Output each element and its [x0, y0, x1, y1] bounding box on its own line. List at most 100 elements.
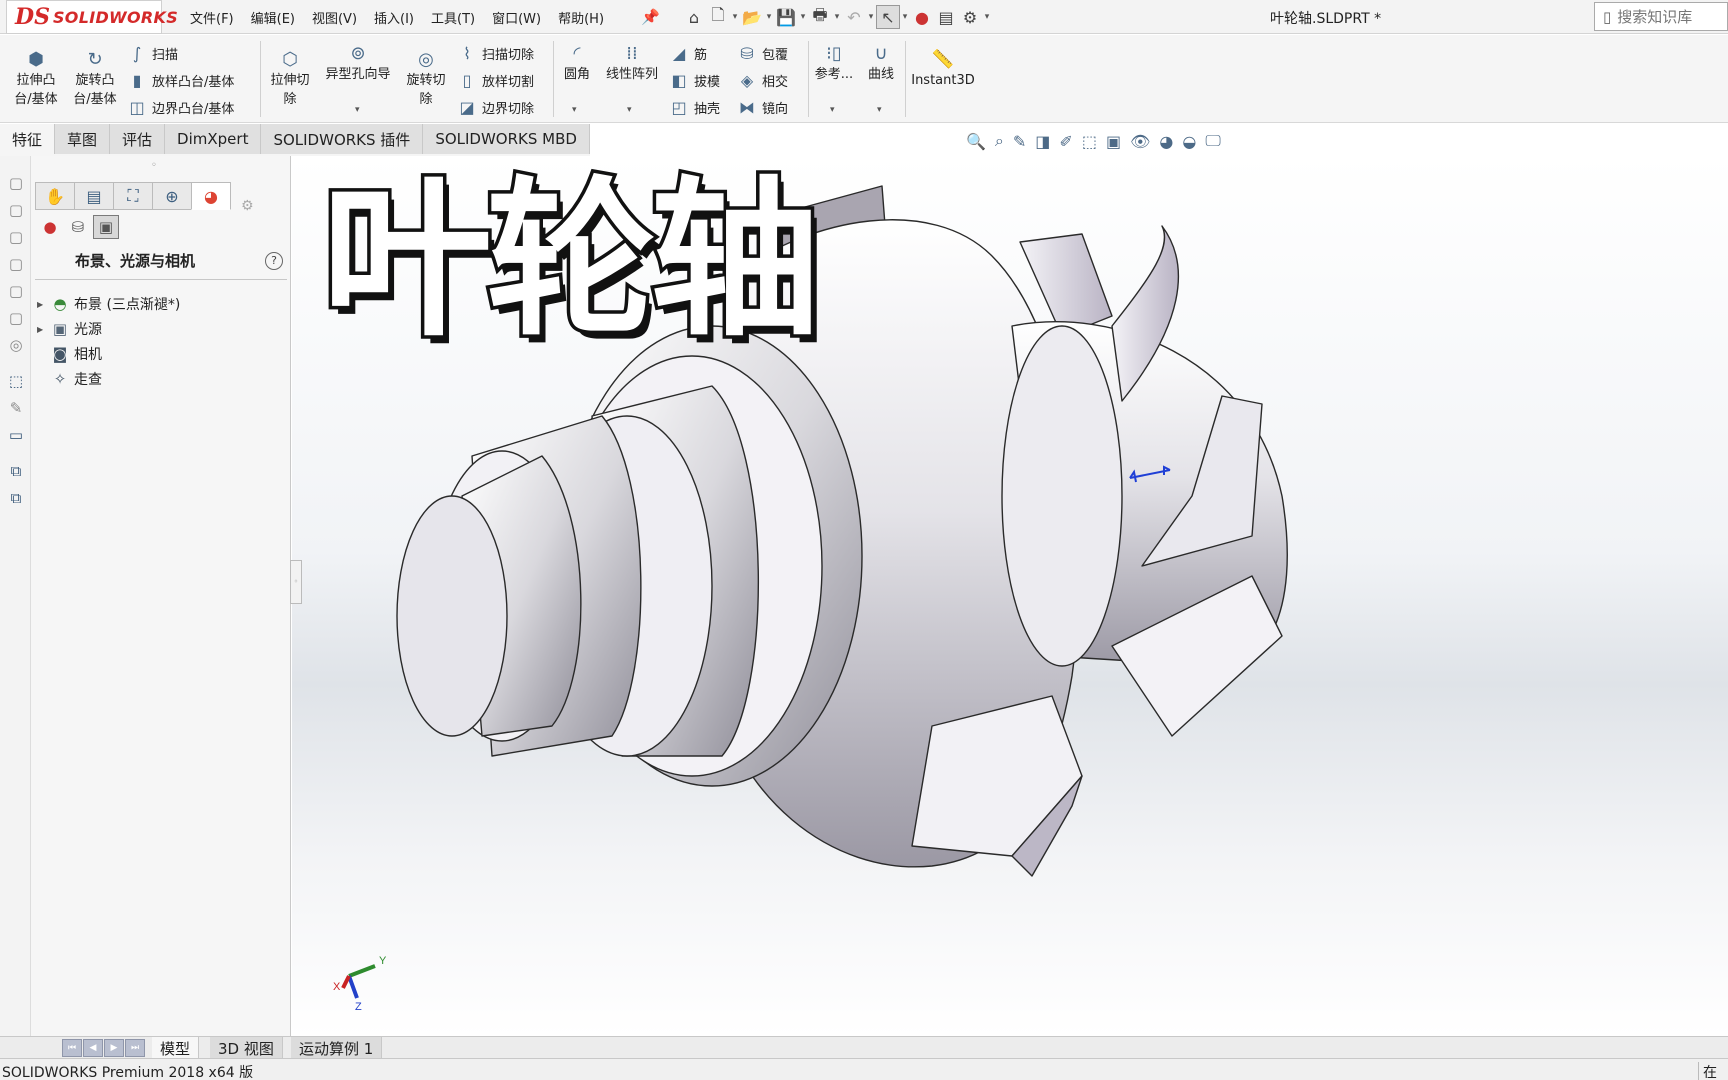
strip-edit-icon[interactable]: ✎: [7, 399, 25, 417]
menu-help[interactable]: 帮助(H): [558, 8, 604, 27]
revolve-boss-button[interactable]: ↻ 旋转凸 台/基体: [69, 49, 121, 109]
tab-features[interactable]: 特征: [0, 124, 56, 154]
open-icon[interactable]: 📂: [740, 5, 764, 29]
tab-motion-study-1[interactable]: 运动算例 1: [291, 1037, 383, 1059]
extrude-cut-button[interactable]: ⬡ 拉伸切 除: [264, 49, 316, 109]
instant3d-button[interactable]: 📏 Instant3D: [908, 49, 978, 90]
open-dropdown-icon[interactable]: ▾: [764, 12, 774, 22]
feature-manager-tab-icon[interactable]: ✋: [35, 182, 75, 210]
section-view-icon[interactable]: ◨: [1035, 132, 1050, 151]
wrap-button[interactable]: ⛁ 包覆: [736, 41, 788, 65]
select-icon[interactable]: ↖: [876, 5, 900, 29]
reference-dropdown-icon[interactable]: ▾: [830, 105, 835, 115]
edit-appearance-icon[interactable]: ◕: [1159, 132, 1173, 151]
fillet-button[interactable]: ◜ 圆角: [558, 43, 596, 84]
save-dropdown-icon[interactable]: ▾: [798, 12, 808, 22]
dynamic-annotation-icon[interactable]: ✐: [1059, 132, 1072, 151]
home-icon[interactable]: ⌂: [682, 5, 706, 29]
menu-tools[interactable]: 工具(T): [431, 8, 475, 27]
loft-boss-button[interactable]: ▮ 放样凸台/基体: [126, 68, 235, 92]
tab-sketch[interactable]: 草图: [55, 124, 111, 154]
panel-settings-icon[interactable]: ⚙: [241, 198, 254, 214]
strip-icon-7[interactable]: ◎: [7, 336, 25, 354]
panel-collapse-handle[interactable]: ◦: [290, 560, 302, 604]
lofted-cut-button[interactable]: ▯ 放样切割: [456, 68, 534, 92]
undo-dropdown-icon[interactable]: ▾: [866, 12, 876, 22]
expand-arrow-icon[interactable]: ▶: [37, 300, 49, 309]
zoom-to-area-icon[interactable]: ⌕: [995, 131, 1004, 151]
configuration-manager-tab-icon[interactable]: ⛶: [113, 182, 153, 210]
strip-icon-5[interactable]: ▢: [7, 282, 25, 300]
reference-triad[interactable]: Y Z X: [327, 946, 397, 1016]
options-icon[interactable]: ⚙: [958, 5, 982, 29]
display-style-icon[interactable]: ▣: [1106, 132, 1121, 151]
curves-dropdown-icon[interactable]: ▾: [877, 105, 882, 115]
prev-tab-icon[interactable]: ◀: [83, 1039, 103, 1057]
tree-item-scene[interactable]: ▶ ◓ 布景 (三点渐褪*): [37, 292, 180, 316]
appearances-icon[interactable]: ●: [37, 215, 63, 239]
strip-icon-1[interactable]: ▢: [7, 174, 25, 192]
curves-button[interactable]: ∪ 曲线: [862, 43, 900, 84]
file-properties-icon[interactable]: ▤: [934, 5, 958, 29]
mirror-button[interactable]: ⧓ 镜向: [736, 95, 788, 119]
strip-select-icon[interactable]: ⬚: [7, 372, 25, 390]
intersect-button[interactable]: ◈ 相交: [736, 68, 788, 92]
previous-view-icon[interactable]: ✎: [1013, 132, 1026, 151]
rebuild-icon[interactable]: ●: [910, 5, 934, 29]
strip-icon-2[interactable]: ▢: [7, 201, 25, 219]
swept-cut-button[interactable]: ⌇ 扫描切除: [456, 41, 534, 65]
tab-solidworks-mbd[interactable]: SOLIDWORKS MBD: [423, 124, 590, 154]
tree-item-camera[interactable]: ◙ 相机: [37, 342, 102, 366]
panel-splitter-icon[interactable]: ◦: [151, 160, 157, 171]
strip-icon-6[interactable]: ▢: [7, 309, 25, 327]
strip-paste-icon[interactable]: ⧉: [7, 489, 25, 507]
tab-evaluate[interactable]: 评估: [110, 124, 166, 154]
tab-solidworks-addins[interactable]: SOLIDWORKS 插件: [261, 124, 424, 154]
sweep-button[interactable]: ∫ 扫描: [126, 41, 178, 65]
strip-copy-icon[interactable]: ⧉: [7, 462, 25, 480]
hide-show-items-icon[interactable]: 👁: [1130, 132, 1150, 151]
search-knowledge-base[interactable]: ▯ 搜索知识库: [1594, 2, 1728, 31]
view-settings-icon[interactable]: 🖵: [1205, 131, 1220, 151]
boundary-boss-button[interactable]: ◫ 边界凸台/基体: [126, 95, 234, 119]
strip-icon-3[interactable]: ▢: [7, 228, 25, 246]
property-manager-tab-icon[interactable]: ▤: [74, 182, 114, 210]
linear-pattern-dropdown-icon[interactable]: ▾: [627, 105, 632, 115]
select-dropdown-icon[interactable]: ▾: [900, 12, 910, 22]
hole-wizard-button[interactable]: ⊚ 异型孔向导: [320, 43, 396, 84]
menu-edit[interactable]: 编辑(E): [251, 8, 295, 27]
help-icon[interactable]: ?: [265, 252, 283, 270]
save-icon[interactable]: 💾: [774, 5, 798, 29]
tab-dimxpert[interactable]: DimXpert: [165, 124, 262, 154]
tab-3d-views[interactable]: 3D 视图: [210, 1037, 283, 1059]
first-tab-icon[interactable]: ⏮: [62, 1039, 82, 1057]
tree-item-lights[interactable]: ▶ ▣ 光源: [37, 317, 102, 341]
revolve-cut-button[interactable]: ◎ 旋转切 除: [400, 49, 452, 109]
graphics-area[interactable]: 叶轮轴 Y Z X: [292, 156, 1728, 1036]
fillet-dropdown-icon[interactable]: ▾: [572, 105, 577, 115]
view-orientation-icon[interactable]: ⬚: [1082, 132, 1097, 151]
menu-file[interactable]: 文件(F): [190, 8, 234, 27]
hole-wizard-dropdown-icon[interactable]: ▾: [355, 105, 360, 115]
next-tab-icon[interactable]: ▶: [104, 1039, 124, 1057]
strip-display-icon[interactable]: ▭: [7, 426, 25, 444]
expand-arrow-icon[interactable]: ▶: [37, 325, 49, 334]
menu-window[interactable]: 窗口(W): [492, 8, 541, 27]
boundary-cut-button[interactable]: ◪ 边界切除: [456, 95, 534, 119]
reference-geometry-button[interactable]: ⁝▯ 参考...: [812, 43, 856, 84]
tab-model[interactable]: 模型: [152, 1037, 200, 1059]
strip-icon-4[interactable]: ▢: [7, 255, 25, 273]
new-dropdown-icon[interactable]: ▾: [730, 12, 740, 22]
menu-view[interactable]: 视图(V): [312, 8, 357, 27]
print-icon[interactable]: 🖶: [808, 5, 832, 29]
display-manager-tab-icon[interactable]: ◕: [191, 182, 231, 210]
pin-menu-icon[interactable]: 📌: [641, 8, 660, 26]
dimxpert-manager-tab-icon[interactable]: ⊕: [152, 182, 192, 210]
print-dropdown-icon[interactable]: ▾: [832, 12, 842, 22]
last-tab-icon[interactable]: ⏭: [125, 1039, 145, 1057]
new-document-icon[interactable]: 🗋: [706, 5, 730, 29]
options-dropdown-icon[interactable]: ▾: [982, 12, 992, 22]
draft-button[interactable]: ◧ 拔模: [668, 68, 720, 92]
tree-item-walkthrough[interactable]: ✧ 走查: [37, 367, 102, 391]
menu-insert[interactable]: 插入(I): [374, 8, 414, 27]
